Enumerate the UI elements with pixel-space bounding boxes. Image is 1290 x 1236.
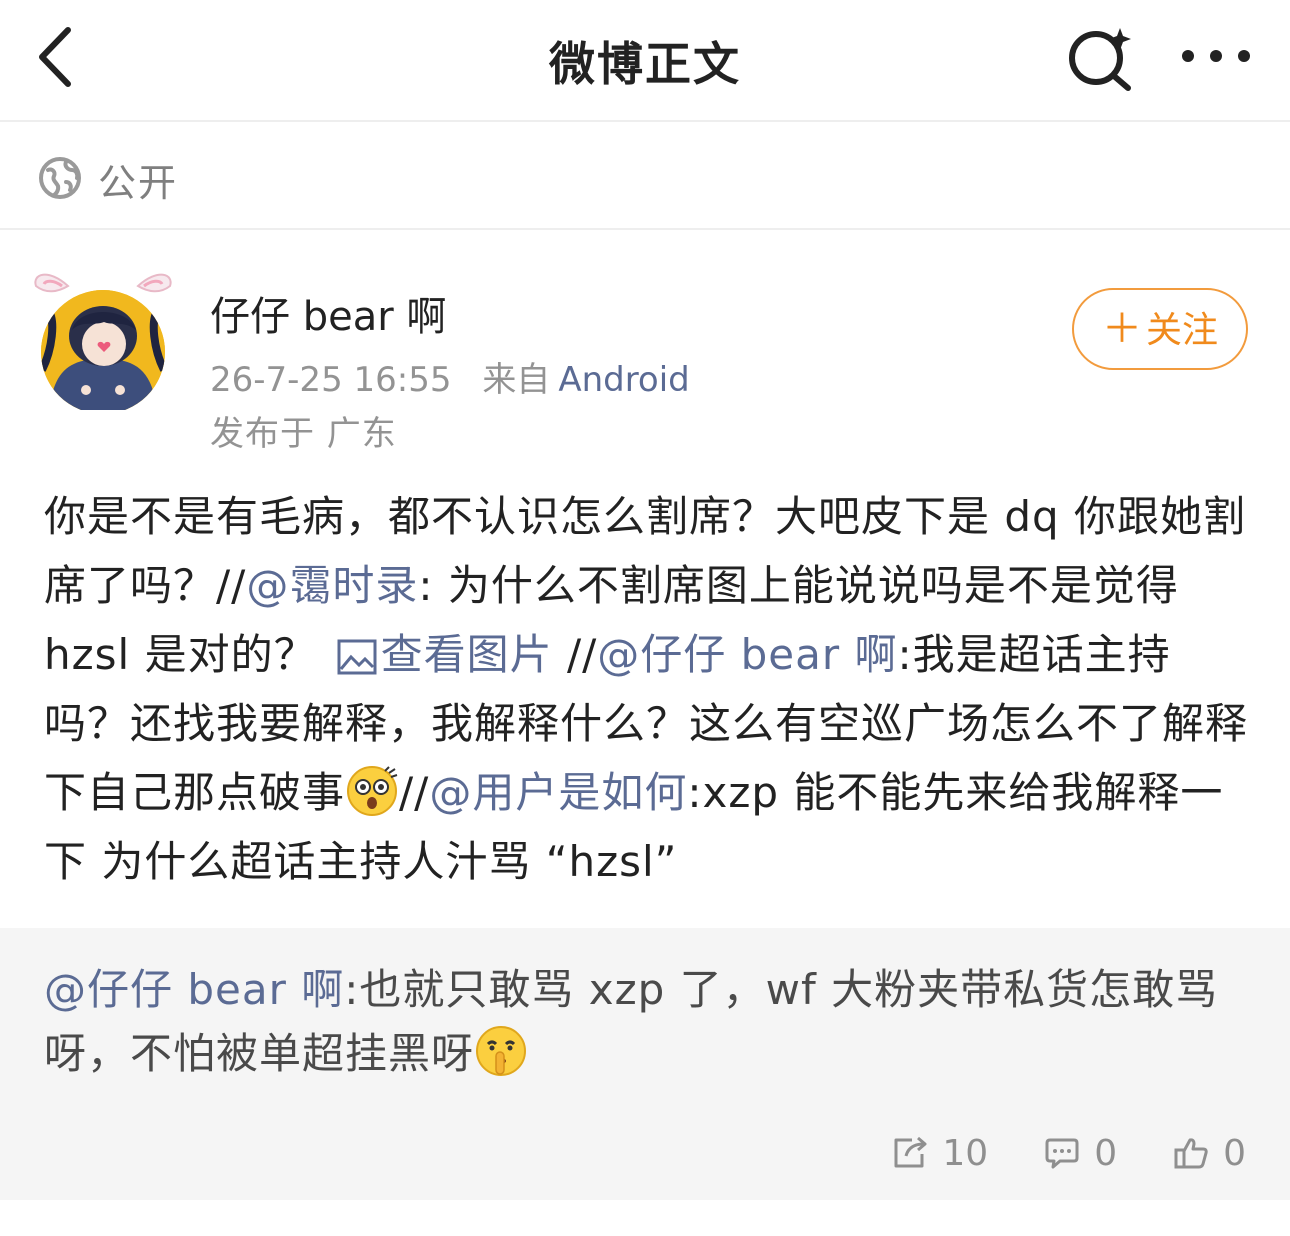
search-sparkle-icon	[1069, 28, 1131, 91]
avatar[interactable]	[28, 250, 178, 414]
like-count: 0	[1223, 1132, 1246, 1174]
post-location: 发布于 广东	[210, 414, 397, 454]
like-button[interactable]: 0	[1173, 1133, 1246, 1174]
globe-icon	[39, 157, 81, 199]
quoted-post[interactable]: @仔仔 bear 啊:也就只敢骂 xzp 了，wf 大粉夹带私货怎敢骂呀，不怕被…	[0, 928, 1290, 1200]
from-label: 来自	[482, 360, 551, 400]
image-icon	[337, 639, 377, 675]
astonished-face-emoji	[345, 763, 399, 817]
follow-button[interactable]: ＋关注	[1072, 288, 1248, 370]
search-button[interactable]	[1062, 22, 1138, 92]
author-name[interactable]: 仔仔 bear 啊	[210, 284, 446, 342]
shushing-face-emoji	[474, 1024, 528, 1078]
thumbs-up-icon	[1174, 1138, 1208, 1169]
share-icon	[894, 1136, 927, 1168]
more-options-button[interactable]	[1176, 36, 1256, 76]
view-image-link[interactable]: 查看图片	[337, 630, 553, 679]
visibility-label: 公开	[98, 161, 179, 205]
mention-link[interactable]: @用户是如何	[429, 768, 687, 817]
comment-button[interactable]: 0	[1044, 1133, 1117, 1174]
follow-label: 关注	[1145, 310, 1218, 351]
comment-icon	[1045, 1138, 1079, 1169]
plus-icon: ＋	[1101, 306, 1142, 352]
body-text-3: //	[552, 630, 598, 679]
view-image-label: 查看图片	[380, 630, 553, 679]
post-source[interactable]: Android	[558, 360, 689, 400]
body-text-5: //	[399, 768, 430, 817]
visibility-row: 公开	[0, 124, 1290, 230]
mention-link[interactable]: @仔仔 bear 啊	[597, 630, 897, 679]
mention-link[interactable]: @霭时录	[246, 561, 418, 610]
quoted-post-text: @仔仔 bear 啊:也就只敢骂 xzp 了，wf 大粉夹带私货怎敢骂呀，不怕被…	[44, 958, 1254, 1086]
comment-count: 0	[1094, 1132, 1118, 1174]
mention-link[interactable]: @仔仔 bear 啊	[44, 965, 344, 1014]
share-button[interactable]: 10	[892, 1133, 988, 1174]
avatar-image	[34, 273, 172, 414]
post-body: 你是不是有毛病，都不认识怎么割席？大吧皮下是 dq 你跟她割席了吗？//@霭时录…	[44, 482, 1254, 896]
post-meta: 26-7-25 16:55 来自 Android	[210, 352, 690, 401]
top-navigation-bar: 微博正文	[0, 0, 1290, 122]
action-bar: 10 0 0	[836, 1128, 1246, 1178]
share-count: 10	[942, 1132, 989, 1174]
post-header: 仔仔 bear 啊 26-7-25 16:55 来自 Android 发布于 广东…	[0, 232, 1290, 462]
post-time: 26-7-25 16:55	[210, 360, 452, 400]
more-dots-icon	[1182, 50, 1250, 62]
